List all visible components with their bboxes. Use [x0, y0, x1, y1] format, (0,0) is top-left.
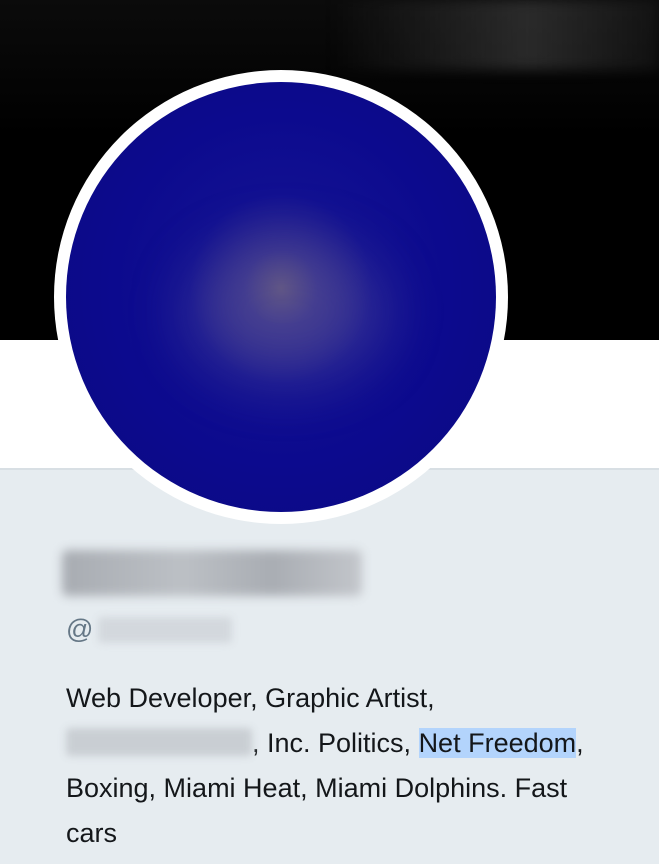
banner-glint [330, 0, 659, 70]
handle-prefix: @ [66, 614, 94, 644]
avatar-blurred-content [186, 242, 386, 382]
bio-line-1: Web Developer, Graphic Artist, [66, 683, 435, 713]
bio-line-4: cars [66, 818, 118, 848]
bio-line-2-text: , Inc. Politics, [252, 728, 419, 758]
display-name-redacted [62, 550, 362, 596]
bio-line-2: , Inc. Politics, Net Freedom, [66, 721, 646, 766]
bio-redacted-company [66, 728, 252, 756]
bio-line-3: Boxing, Miami Heat, Miami Dolphins. Fast [66, 773, 568, 803]
bio-line-2-end: , [576, 728, 584, 758]
profile-bio: Web Developer, Graphic Artist, , Inc. Po… [66, 676, 646, 856]
handle-redacted [98, 617, 232, 643]
avatar[interactable] [66, 82, 496, 512]
bio-highlighted-text: Net Freedom [418, 728, 577, 758]
